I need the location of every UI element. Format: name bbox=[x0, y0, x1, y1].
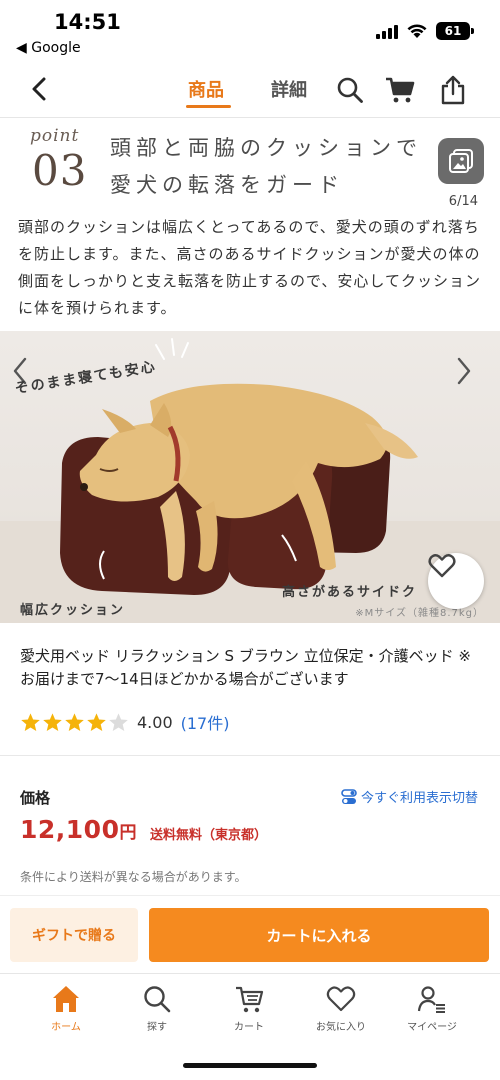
point-label: point bbox=[30, 126, 80, 146]
cart-button[interactable] bbox=[384, 74, 416, 106]
signal-icon bbox=[376, 23, 398, 39]
point-number: 03 bbox=[32, 146, 88, 195]
shipping-note: 条件により送料が異なる場合があります。 bbox=[20, 870, 247, 884]
star-filled-icon bbox=[87, 712, 106, 731]
back-button[interactable] bbox=[24, 74, 54, 104]
price: 12,100円 bbox=[20, 815, 137, 844]
heart-icon bbox=[428, 554, 456, 578]
star-empty-icon bbox=[109, 712, 128, 731]
price-amount: 12,100 bbox=[20, 815, 120, 844]
home-icon bbox=[53, 986, 79, 1012]
status-bar: 14:51 ◀ Google 61 bbox=[0, 0, 500, 62]
review-count-link[interactable]: (17件) bbox=[181, 710, 230, 734]
user-icon bbox=[417, 986, 445, 1013]
caption-wide-cushion: 幅広クッション bbox=[20, 603, 126, 618]
feature-banner: point 03 頭部と両脇のクッションで 愛犬の転落をガード 6/14 頭部の… bbox=[0, 118, 500, 328]
rating: 4.00 (17件) bbox=[20, 710, 229, 734]
tab-favorites-label: お気に入り bbox=[316, 1022, 366, 1033]
search-button[interactable] bbox=[334, 74, 366, 106]
price-display-toggle[interactable]: 今すぐ利用表示切替 bbox=[341, 787, 478, 806]
action-bar: ギフトで贈る カートに入れる bbox=[0, 895, 500, 973]
cart-icon bbox=[386, 77, 415, 103]
price-display-toggle-label: 今すぐ利用表示切替 bbox=[360, 791, 478, 806]
add-to-cart-button[interactable]: カートに入れる bbox=[149, 908, 489, 962]
star-filled-icon bbox=[65, 712, 84, 731]
gift-button[interactable]: ギフトで贈る bbox=[10, 908, 138, 962]
back-to-google-link[interactable]: ◀ Google bbox=[16, 40, 81, 56]
star-filled-icon bbox=[21, 712, 40, 731]
tab-home-label: ホーム bbox=[51, 1022, 81, 1033]
status-time: 14:51 bbox=[54, 10, 121, 34]
gallery-button[interactable] bbox=[438, 138, 484, 184]
banner-title-line2: 愛犬の転落をガード bbox=[110, 173, 344, 197]
banner-title-line1: 頭部と両脇のクッションで bbox=[110, 136, 422, 160]
star-filled-icon bbox=[43, 712, 62, 731]
caption-side-cushion: 高さがあるサイドク bbox=[282, 585, 418, 600]
cart-icon bbox=[236, 986, 264, 1013]
rating-stars bbox=[20, 712, 129, 733]
tab-search-label: 探す bbox=[147, 1022, 167, 1033]
home-indicator bbox=[183, 1063, 317, 1068]
gallery-icon bbox=[449, 149, 473, 173]
search-icon bbox=[337, 77, 363, 103]
tab-home[interactable]: ホーム bbox=[26, 984, 106, 1033]
tab-search[interactable]: 探す bbox=[117, 984, 197, 1033]
next-image-arrow[interactable] bbox=[456, 357, 486, 397]
status-icons: 61 bbox=[376, 22, 474, 40]
tab-cart[interactable]: カート bbox=[209, 984, 289, 1033]
heart-icon bbox=[326, 986, 356, 1012]
product-title: 愛犬用ベッド リラクッション S ブラウン 立位保定・介護ベッド ※お届けまで7… bbox=[20, 647, 471, 688]
banner-description: 頭部のクッションは幅広くとってあるので、愛犬の頭のずれ落ちを防止します。また、高… bbox=[18, 218, 481, 317]
share-button[interactable] bbox=[437, 74, 469, 106]
nav-bar: 商品 詳細 bbox=[0, 62, 500, 118]
price-label: 価格 bbox=[20, 789, 51, 807]
bottom-tab-bar: ホーム 探す カート お気に入り マイページ bbox=[0, 973, 500, 1080]
rating-value: 4.00 bbox=[137, 712, 173, 732]
divider bbox=[0, 755, 500, 756]
tab-mypage-label: マイページ bbox=[407, 1022, 457, 1033]
banner-title: 頭部と両脇のクッションで 愛犬の転落をガード bbox=[110, 130, 450, 204]
product-photo[interactable]: そのまま寝ても安心 幅広クッション 高さがあるサイドク ※Mサイズ（雑種8.7k… bbox=[0, 331, 500, 623]
tab-product[interactable]: 商品 bbox=[188, 76, 224, 102]
chevron-right-icon bbox=[457, 357, 471, 385]
shipping-info: 送料無料（東京都） bbox=[150, 828, 268, 843]
toggle-icon bbox=[341, 788, 357, 804]
wifi-icon bbox=[407, 24, 427, 38]
active-tab-indicator bbox=[186, 105, 231, 108]
search-icon bbox=[144, 986, 171, 1013]
price-unit: 円 bbox=[119, 823, 137, 843]
back-icon bbox=[32, 77, 46, 101]
battery-icon: 61 bbox=[436, 22, 474, 40]
tab-details[interactable]: 詳細 bbox=[271, 76, 307, 102]
tab-cart-label: カート bbox=[234, 1022, 264, 1033]
tab-favorites[interactable]: お気に入り bbox=[301, 984, 381, 1033]
share-icon bbox=[441, 75, 465, 105]
favorite-button[interactable] bbox=[428, 553, 484, 609]
image-counter: 6/14 bbox=[448, 194, 478, 209]
tab-mypage[interactable]: マイページ bbox=[392, 984, 472, 1033]
